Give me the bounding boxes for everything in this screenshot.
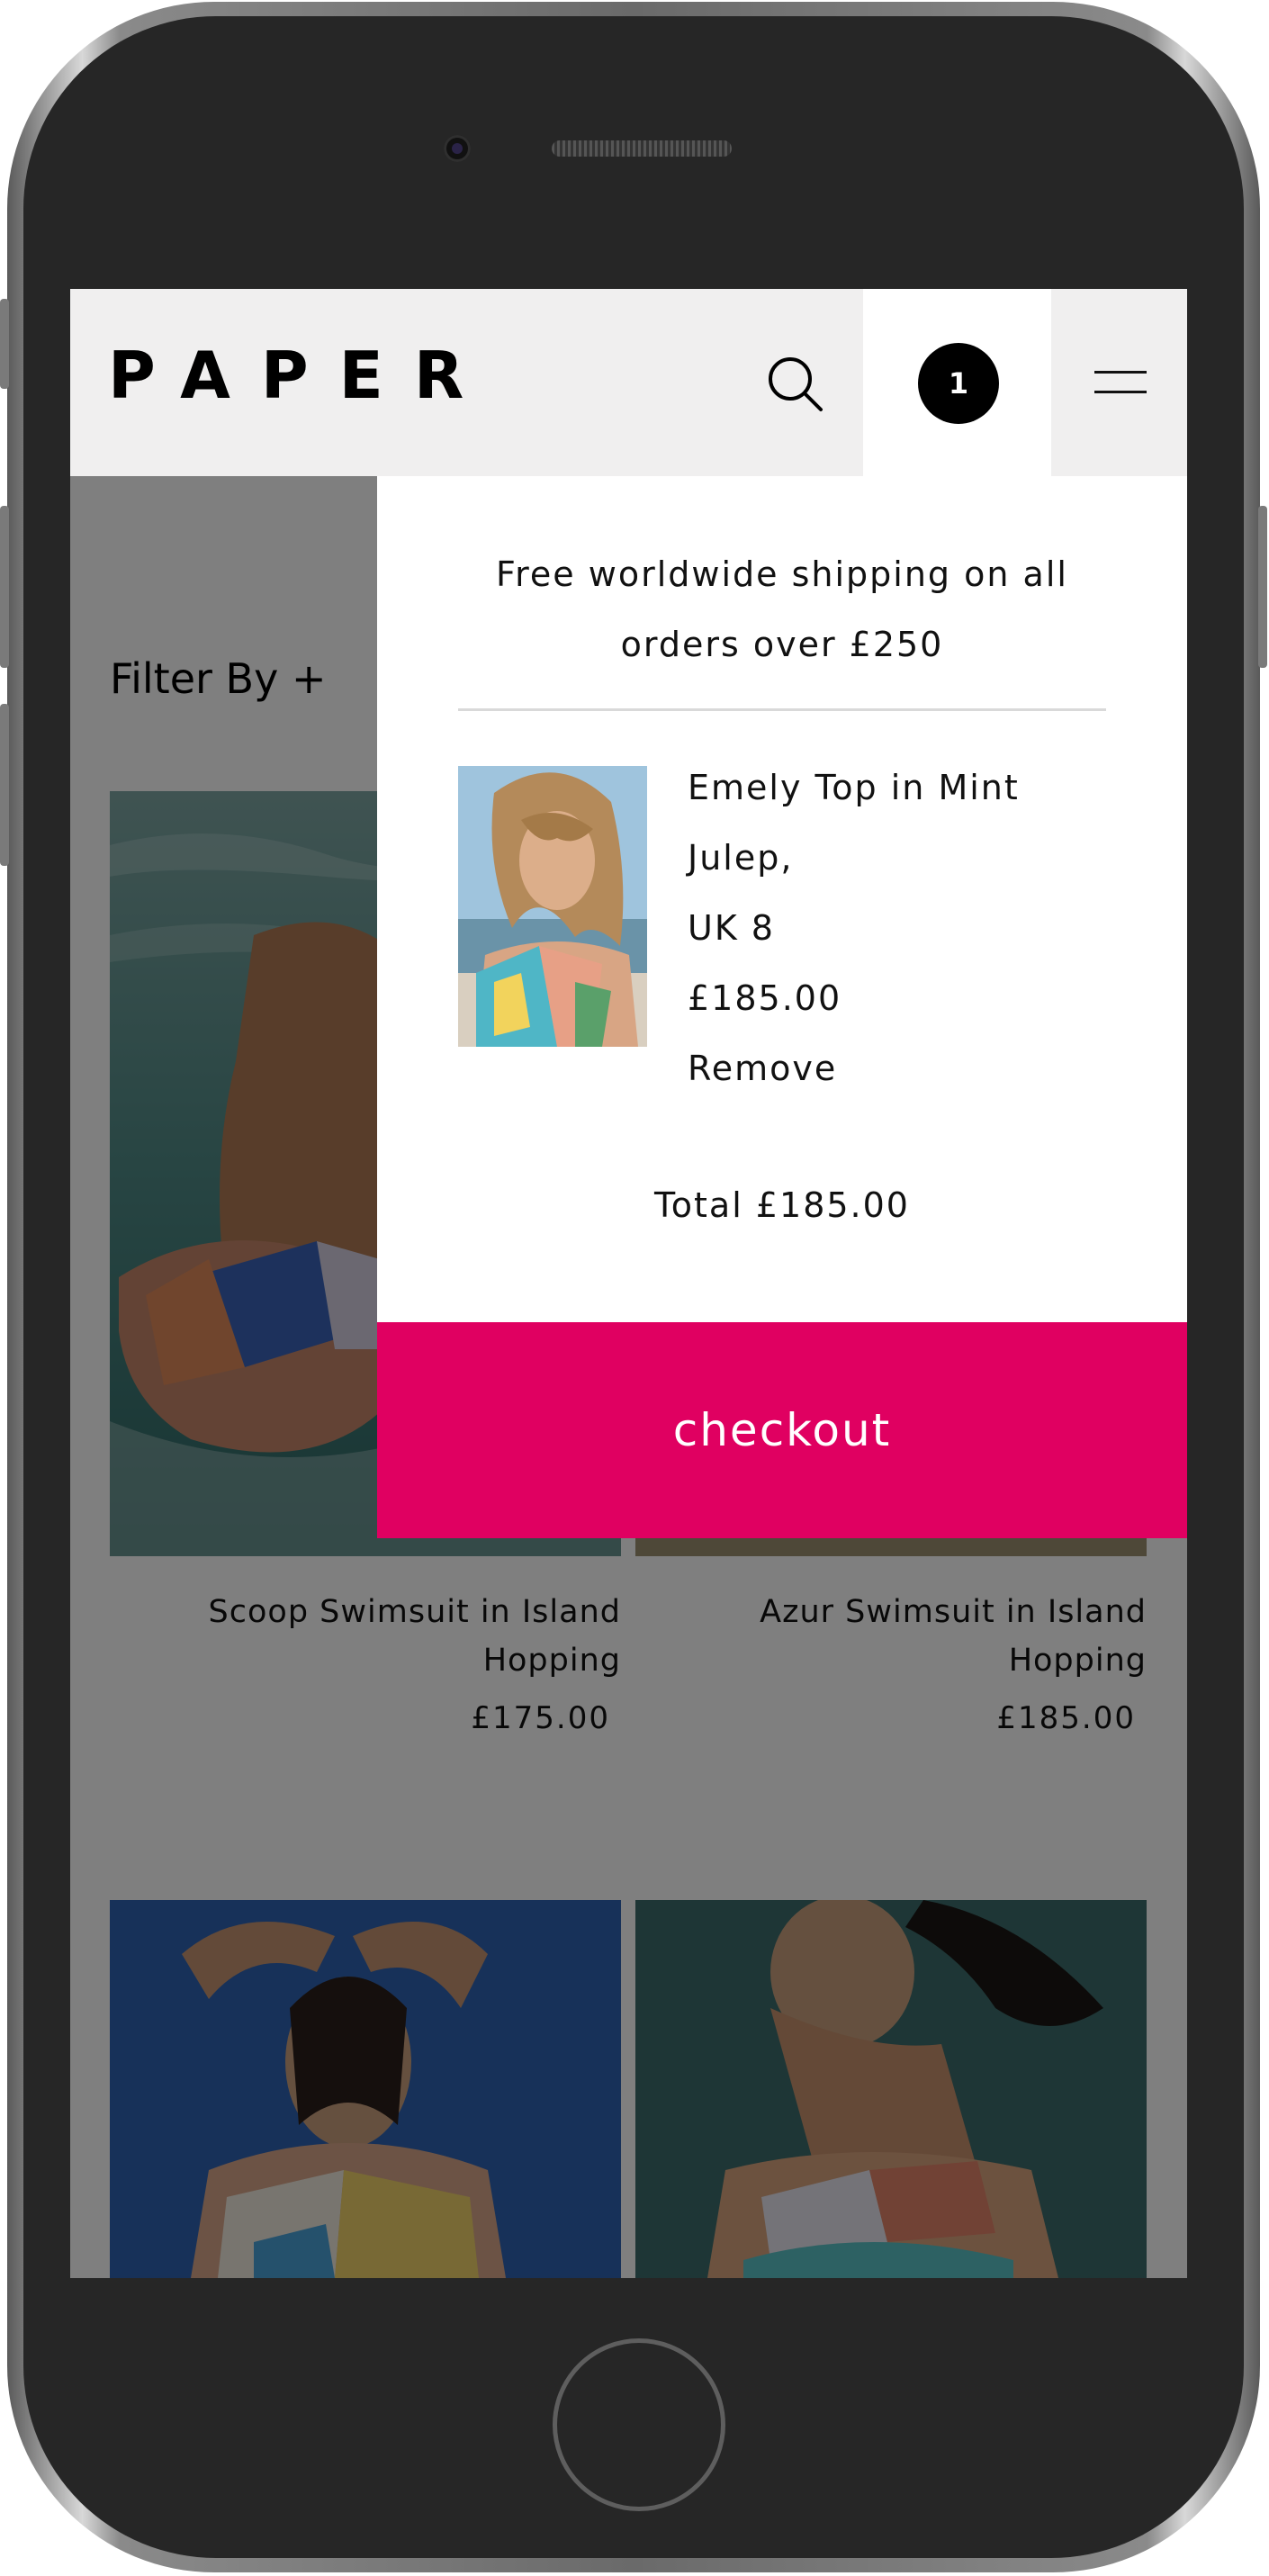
cart-item-name-cont[interactable]: Julep, xyxy=(688,838,793,878)
menu-icon-line xyxy=(1094,391,1147,393)
cart-item-size: UK 8 xyxy=(688,908,775,948)
cart-item-name[interactable]: Emely Top in Mint xyxy=(688,768,1020,807)
site-header: PAPER 1 xyxy=(70,289,1187,476)
front-camera xyxy=(444,135,471,162)
search-icon[interactable] xyxy=(763,352,828,417)
cart-total: Total £185.00 xyxy=(654,1185,910,1225)
shipping-notice: Free worldwide shipping on all orders ov… xyxy=(413,539,1151,680)
cart-tab[interactable]: 1 xyxy=(863,289,1051,476)
cart-item-image[interactable] xyxy=(458,766,647,1047)
menu-button[interactable] xyxy=(1051,289,1187,476)
remove-item-link[interactable]: Remove xyxy=(688,1049,837,1088)
shipping-line: orders over £250 xyxy=(620,625,944,664)
earpiece-speaker xyxy=(552,140,732,157)
volume-down-button xyxy=(0,704,9,866)
mute-switch xyxy=(0,299,9,389)
volume-up-button xyxy=(0,506,9,668)
home-button[interactable] xyxy=(553,2338,725,2511)
site-logo[interactable]: PAPER xyxy=(108,343,494,408)
screen: Filter By + xyxy=(70,289,1187,2278)
cart-item-price: £185.00 xyxy=(688,978,842,1018)
checkout-button[interactable]: checkout xyxy=(377,1322,1187,1538)
divider xyxy=(458,708,1106,711)
menu-icon xyxy=(1094,371,1147,374)
cart-count-badge: 1 xyxy=(918,343,999,424)
cart-dropdown: Free worldwide shipping on all orders ov… xyxy=(377,476,1187,1538)
power-button xyxy=(1258,506,1267,668)
shipping-line: Free worldwide shipping on all xyxy=(496,554,1068,594)
